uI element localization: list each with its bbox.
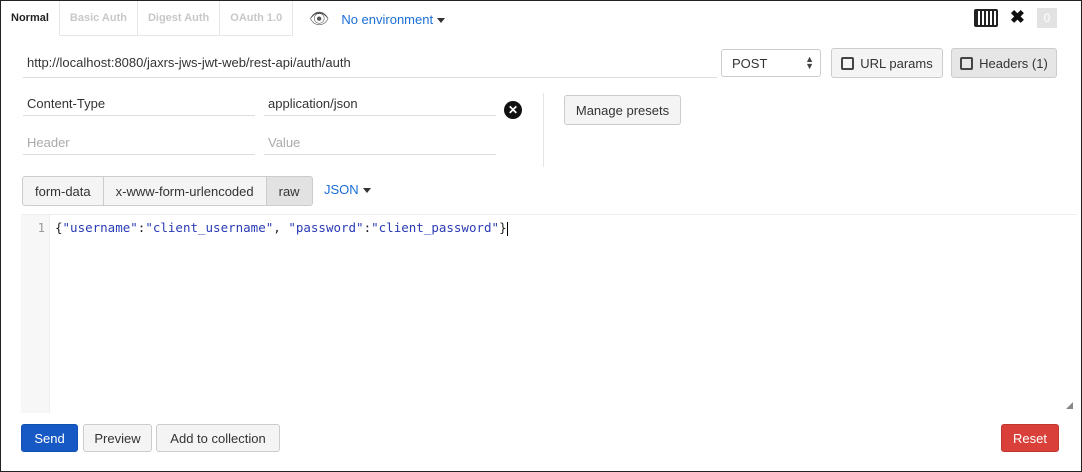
select-arrows-icon: ▲ ▼: [805, 54, 814, 71]
edit-icon: [960, 56, 974, 70]
tab-oauth[interactable]: OAuth 1.0: [220, 1, 294, 36]
reset-button[interactable]: Reset: [1001, 424, 1059, 452]
eye-icon[interactable]: 👁: [309, 9, 329, 29]
new-header-key-input[interactable]: Header: [23, 133, 255, 155]
url-params-label: URL params: [860, 55, 933, 71]
environment-selector[interactable]: 👁 No environment: [309, 9, 446, 29]
code-token: ,: [273, 220, 289, 235]
headers-label: Headers (1): [979, 55, 1048, 71]
header-key-input[interactable]: Content-Type: [23, 94, 255, 116]
toolbar-icons: ✖ 0: [973, 7, 1057, 28]
chevron-down-icon: [437, 17, 446, 23]
environment-label: No environment: [341, 11, 434, 27]
count-badge: 0: [1037, 7, 1057, 28]
tab-basic-auth[interactable]: Basic Auth: [59, 1, 138, 36]
body-format-dropdown[interactable]: JSON: [324, 182, 371, 197]
body-editor[interactable]: 1 {"username": "client_username", "passwo…: [21, 214, 1077, 413]
request-builder: Normal Basic Auth Digest Auth OAuth 1.0 …: [0, 0, 1082, 472]
header-value-input[interactable]: application/json: [264, 94, 496, 116]
send-button[interactable]: Send: [21, 424, 78, 452]
code-token: "client_username": [145, 220, 274, 235]
auth-tabs: Normal Basic Auth Digest Auth OAuth 1.0: [1, 1, 294, 37]
body-type-form-data[interactable]: form-data: [22, 176, 104, 206]
add-to-collection-button[interactable]: Add to collection: [156, 424, 280, 452]
code-token: "client_password": [371, 220, 500, 235]
code-token: "password": [288, 220, 364, 235]
divider: [543, 93, 544, 167]
tab-normal[interactable]: Normal: [1, 1, 60, 36]
preview-button[interactable]: Preview: [83, 424, 152, 452]
line-number: 1: [37, 221, 45, 235]
manage-presets-button[interactable]: Manage presets: [564, 95, 681, 125]
code-token: :: [363, 220, 372, 235]
code-token: {: [55, 220, 63, 235]
url-params-button[interactable]: URL params: [831, 48, 943, 78]
chevron-down-icon: [362, 188, 371, 194]
code-line[interactable]: {"username": "client_username", "password…: [55, 220, 508, 236]
body-type-urlencoded[interactable]: x-www-form-urlencoded: [102, 176, 267, 206]
code-token: }: [499, 220, 507, 235]
method-select[interactable]: POST ▲ ▼: [721, 49, 821, 77]
text-cursor: [506, 221, 508, 236]
keyboard-icon[interactable]: [973, 8, 998, 27]
tools-icon[interactable]: ✖: [1010, 7, 1025, 28]
new-header-value-input[interactable]: Value: [264, 133, 496, 155]
edit-icon: [841, 56, 855, 70]
tab-digest-auth[interactable]: Digest Auth: [137, 1, 221, 36]
code-token: "username": [62, 220, 138, 235]
body-type-tabs: form-data x-www-form-urlencoded raw: [22, 176, 313, 206]
line-gutter: 1: [21, 215, 50, 413]
body-format-label: JSON: [324, 182, 359, 197]
url-input[interactable]: http://localhost:8080/jaxrs-jws-jwt-web/…: [23, 51, 717, 78]
headers-button[interactable]: Headers (1): [951, 48, 1057, 78]
method-label: POST: [732, 55, 768, 71]
body-type-raw[interactable]: raw: [265, 176, 313, 206]
remove-header-icon[interactable]: ✕: [504, 101, 522, 119]
resize-handle-icon[interactable]: [1066, 402, 1073, 409]
